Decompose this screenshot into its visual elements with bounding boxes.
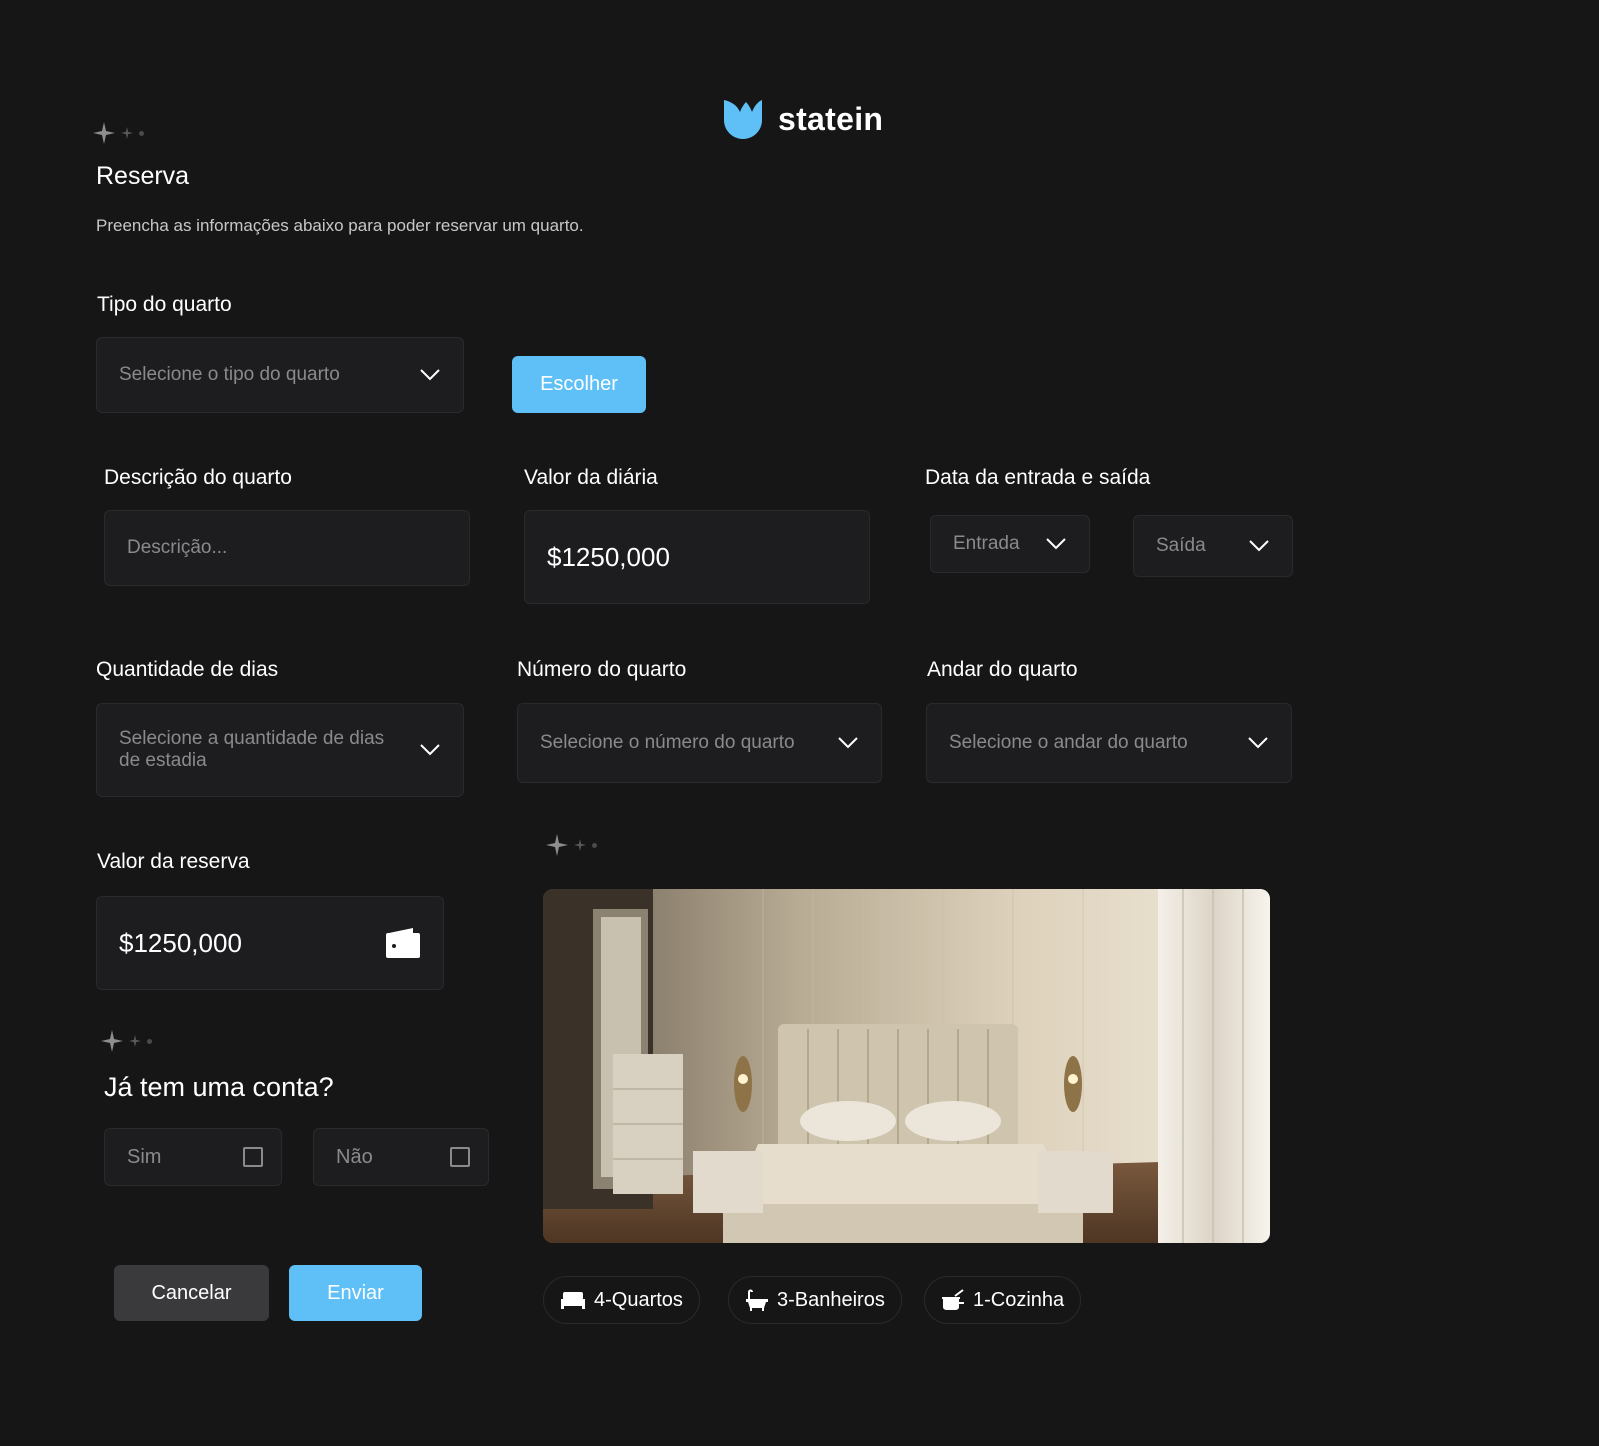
daily-rate-value: $1250,000 bbox=[547, 542, 670, 572]
description-input[interactable]: Descrição... bbox=[104, 510, 470, 586]
days-placeholder: Selecione a quantidade de dias de estadi… bbox=[119, 728, 385, 771]
feature-chip-kitchen: 1-Cozinha bbox=[924, 1276, 1082, 1324]
page-subtitle: Preencha as informações abaixo para pode… bbox=[96, 216, 584, 235]
chevron-down-icon bbox=[420, 369, 440, 381]
chevron-down-icon bbox=[1248, 737, 1268, 749]
reservation-page: statein Reserva Preencha as informações … bbox=[0, 0, 1599, 1446]
account-yes-checkbox[interactable] bbox=[243, 1147, 263, 1167]
dates-label: Data da entrada e saída bbox=[925, 466, 1151, 489]
checkin-select[interactable]: Entrada bbox=[930, 515, 1090, 573]
wallet-icon bbox=[386, 928, 420, 958]
account-yes-option[interactable]: Sim bbox=[104, 1128, 282, 1186]
reservation-value-field: $1250,000 bbox=[96, 896, 444, 990]
description-label: Descrição do quarto bbox=[104, 466, 292, 489]
chevron-down-icon bbox=[420, 744, 440, 756]
days-label: Quantidade de dias bbox=[96, 658, 279, 681]
feature-label: 4-Quartos bbox=[594, 1288, 683, 1311]
account-no-checkbox[interactable] bbox=[450, 1147, 470, 1167]
sparkle-icon bbox=[93, 122, 144, 144]
account-no-label: Não bbox=[336, 1145, 373, 1168]
daily-rate-label: Valor da diária bbox=[524, 466, 658, 489]
chevron-down-icon bbox=[838, 737, 858, 749]
description-placeholder: Descrição... bbox=[127, 537, 228, 558]
bathtub-icon bbox=[746, 1289, 768, 1311]
kitchen-icon bbox=[942, 1289, 964, 1310]
sparkle-icon bbox=[546, 834, 597, 856]
floor-placeholder: Selecione o andar do quarto bbox=[949, 732, 1188, 753]
checkin-placeholder: Entrada bbox=[953, 533, 1020, 554]
days-select[interactable]: Selecione a quantidade de dias de estadi… bbox=[96, 703, 464, 797]
room-type-placeholder: Selecione o tipo do quarto bbox=[119, 364, 340, 385]
account-yes-label: Sim bbox=[127, 1145, 162, 1168]
floor-label: Andar do quarto bbox=[927, 658, 1078, 681]
reservation-value: $1250,000 bbox=[119, 928, 242, 958]
tulip-logo-icon bbox=[724, 100, 762, 139]
checkout-select[interactable]: Saída bbox=[1133, 515, 1293, 577]
daily-rate-field: $1250,000 bbox=[524, 510, 870, 604]
reservation-value-label: Valor da reserva bbox=[97, 850, 250, 873]
chevron-down-icon bbox=[1046, 538, 1066, 550]
room-number-select[interactable]: Selecione o número do quarto bbox=[517, 703, 882, 783]
feature-label: 1-Cozinha bbox=[973, 1288, 1065, 1311]
brand: statein bbox=[722, 98, 883, 140]
feature-chip-bedrooms: 4-Quartos bbox=[543, 1276, 700, 1324]
bed-icon bbox=[561, 1292, 585, 1309]
feature-label: 3-Banheiros bbox=[777, 1288, 885, 1311]
feature-chip-bathrooms: 3-Banheiros bbox=[728, 1276, 902, 1324]
floor-select[interactable]: Selecione o andar do quarto bbox=[926, 703, 1292, 783]
cancel-button[interactable]: Cancelar bbox=[114, 1265, 269, 1321]
account-question: Já tem uma conta? bbox=[104, 1072, 334, 1102]
room-number-label: Número do quarto bbox=[517, 658, 687, 681]
room-type-select[interactable]: Selecione o tipo do quarto bbox=[96, 337, 464, 413]
checkout-placeholder: Saída bbox=[1156, 535, 1206, 556]
room-number-placeholder: Selecione o número do quarto bbox=[540, 732, 795, 753]
sparkle-icon bbox=[101, 1030, 152, 1052]
account-no-option[interactable]: Não bbox=[313, 1128, 489, 1186]
page-title: Reserva bbox=[96, 162, 190, 190]
bedroom-photo bbox=[543, 889, 1270, 1243]
submit-button[interactable]: Enviar bbox=[289, 1265, 422, 1321]
room-type-label: Tipo do quarto bbox=[97, 293, 232, 316]
chevron-down-icon bbox=[1249, 540, 1269, 552]
choose-button[interactable]: Escolher bbox=[512, 356, 646, 413]
brand-name: statein bbox=[778, 100, 884, 137]
